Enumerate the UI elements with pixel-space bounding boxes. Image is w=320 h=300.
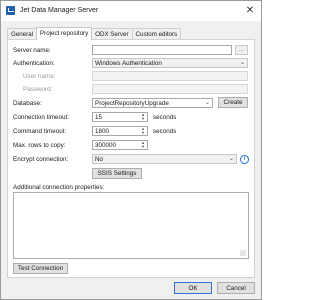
connection-timeout-unit: seconds (153, 114, 177, 121)
command-timeout-value: 1800 (95, 128, 110, 135)
max-rows-value: 300000 (95, 142, 117, 149)
window-title: Jet Data Manager Server (20, 7, 99, 14)
database-label: Database: (13, 100, 42, 107)
connection-timeout-stepper[interactable]: 15 ▲ ▼ (92, 112, 148, 122)
additional-properties-textarea[interactable] (13, 192, 249, 259)
authentication-label: Authentication: (13, 60, 55, 67)
authentication-value: Windows Authentication (95, 60, 162, 67)
tab-panel: Server name: ... Authentication: Windows… (7, 39, 255, 278)
max-rows-label: Max. rows to copy: (13, 142, 66, 149)
dialog-window: Jet Data Manager Server ✕ General Projec… (0, 0, 262, 300)
chevron-down-icon: ⌄ (228, 156, 234, 162)
command-timeout-label: Command timeout: (13, 128, 67, 135)
command-timeout-unit: seconds (153, 128, 177, 135)
connection-timeout-value: 15 (95, 114, 103, 121)
user-name-label: User name: (23, 73, 56, 80)
chevron-down-icon: ⌄ (239, 60, 245, 66)
resize-grip-icon[interactable] (240, 250, 246, 256)
password-label: Password: (23, 86, 53, 93)
app-icon (6, 6, 15, 15)
ok-button[interactable]: OK (174, 282, 212, 294)
connection-timeout-label: Connection timeout: (13, 114, 70, 121)
encrypt-connection-value: No (95, 156, 104, 163)
tab-strip: General Project repository ODX Server Cu… (7, 27, 182, 40)
spin-buttons[interactable]: ▲ ▼ (140, 113, 146, 121)
encrypt-connection-select[interactable]: No ⌄ (92, 154, 237, 164)
user-name-input[interactable] (92, 71, 248, 81)
tab-project-repository[interactable]: Project repository (36, 27, 93, 40)
command-timeout-stepper[interactable]: 1800 ▲ ▼ (92, 126, 148, 136)
additional-properties-label: Additional connection properties: (13, 184, 105, 191)
database-select[interactable]: ProjectRepositoryUpgrade ⌄ (92, 98, 213, 108)
database-value: ProjectRepositoryUpgrade (95, 100, 169, 107)
password-input[interactable] (92, 84, 248, 94)
server-name-label: Server name: (13, 47, 51, 54)
browse-server-button[interactable]: ... (235, 45, 248, 55)
ssis-settings-button[interactable]: SSIS Settings (92, 168, 142, 179)
test-connection-button[interactable]: Test Connection (13, 263, 68, 274)
max-rows-stepper[interactable]: 300000 ▲ ▼ (92, 140, 148, 150)
spin-buttons[interactable]: ▲ ▼ (140, 127, 146, 135)
encrypt-connection-label: Encrypt connection: (13, 156, 69, 163)
close-icon[interactable]: ✕ (243, 4, 257, 18)
spin-buttons[interactable]: ▲ ▼ (140, 141, 146, 149)
info-icon[interactable]: i (240, 155, 249, 164)
chevron-down-icon: ⌄ (204, 100, 210, 106)
title-bar: Jet Data Manager Server ✕ (1, 1, 261, 21)
cancel-button[interactable]: Cancel (217, 282, 255, 294)
authentication-select[interactable]: Windows Authentication ⌄ (92, 58, 248, 68)
create-database-button[interactable]: Create (218, 97, 248, 108)
server-name-input[interactable] (92, 45, 232, 55)
